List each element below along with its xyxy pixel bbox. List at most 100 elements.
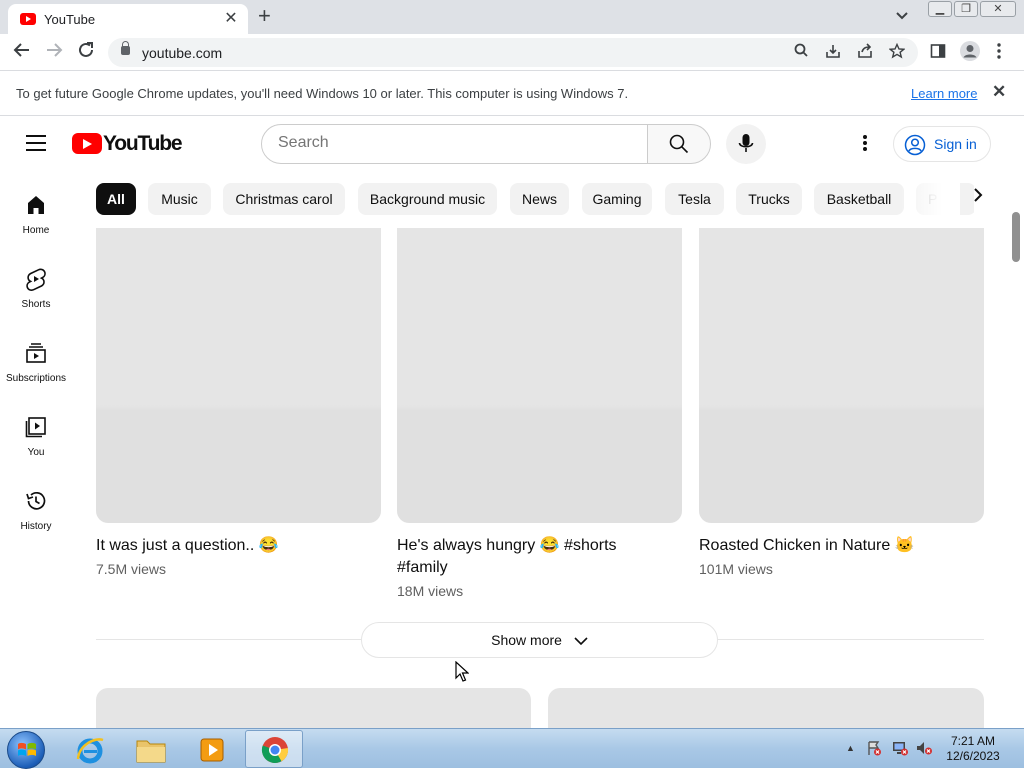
video-thumbnail[interactable] [548,688,984,733]
video-thumbnail[interactable] [397,228,682,523]
browser-tab-strip: YouTube ✕ + ▁ ❐ ✕ [0,0,1024,34]
mouse-cursor-icon [455,661,469,682]
update-infobar: To get future Google Chrome updates, you… [0,71,1024,116]
menu-hamburger-icon[interactable] [26,135,46,151]
taskbar-internet-explorer[interactable] [60,730,118,768]
action-center-flag-icon[interactable] [866,740,882,759]
youtube-play-icon [72,133,102,154]
new-tab-button[interactable]: + [258,3,271,29]
windows-taskbar: ▲ 7:21 AM 12/6/2023 [0,728,1024,769]
you-icon [25,417,46,438]
lock-icon[interactable] [121,41,130,55]
video-title[interactable]: Roasted Chicken in Nature 🐱 [699,535,984,557]
page-scrollbar[interactable] [1012,212,1020,262]
minimize-button[interactable]: ▁ [928,1,952,17]
chip-fade-overlay [900,183,960,217]
sidebar-item-history[interactable]: History [0,489,72,555]
tab-search-chevron-icon[interactable] [896,8,908,23]
tab-close-button[interactable]: ✕ [222,8,240,28]
sidebar-item-home[interactable]: Home [0,193,72,259]
forward-button[interactable] [42,41,66,64]
subscriptions-icon [26,343,46,363]
sidebar-item-subscriptions[interactable]: Subscriptions [0,341,72,407]
youtube-header: YouTube Sign in [0,117,1024,173]
chrome-menu-icon[interactable] [996,42,1002,64]
install-app-icon[interactable] [825,43,841,63]
infobar-message: To get future Google Chrome updates, you… [16,86,629,101]
chip-tesla[interactable]: Tesla [665,183,724,215]
browser-tab[interactable]: YouTube ✕ [8,4,248,34]
history-icon [26,492,46,510]
url-text[interactable]: youtube.com [142,45,222,61]
clock-time: 7:21 AM [950,734,996,748]
youtube-logo-text: YouTube [103,132,183,155]
shorts-icon [26,268,46,291]
bookmark-star-icon[interactable] [888,42,906,63]
share-icon[interactable] [857,43,873,63]
account-circle-icon [904,134,926,156]
chip-trucks[interactable]: Trucks [736,183,802,215]
window-close-button[interactable]: ✕ [980,1,1016,17]
side-panel-icon[interactable] [930,43,946,63]
sidebar-item-shorts[interactable]: Shorts [0,267,72,333]
filter-chip-bar: All Music Christmas carol Background mus… [96,183,974,217]
sign-in-label: Sign in [934,136,977,152]
reload-button[interactable] [74,41,98,64]
back-button[interactable] [10,41,34,64]
video-thumbnail[interactable] [699,228,984,523]
sidebar-label-subscriptions: Subscriptions [5,373,67,384]
learn-more-link[interactable]: Learn more [911,86,977,101]
video-views: 18M views [397,583,464,599]
address-bar[interactable]: youtube.com [108,38,918,67]
restore-button[interactable]: ❐ [954,1,978,17]
chip-music[interactable]: Music [148,183,211,215]
chip-gaming[interactable]: Gaming [582,183,652,215]
chrome-icon [261,737,289,764]
video-thumbnail[interactable] [96,688,531,733]
clock-date: 12/6/2023 [946,749,1000,763]
video-thumbnail[interactable] [96,228,381,523]
show-more-label: Show more [491,632,562,648]
internet-explorer-icon [76,738,104,764]
video-title[interactable]: He's always hungry 😂 #shorts #family [397,535,637,579]
sidebar-item-you[interactable]: You [0,415,72,481]
video-title[interactable]: It was just a question.. 😂 [96,535,381,557]
search-icon [669,134,689,154]
chip-next-chevron-icon[interactable] [966,187,990,208]
taskbar-media-player[interactable] [182,730,240,768]
taskbar-file-explorer[interactable] [121,730,179,768]
youtube-favicon-icon [20,13,36,25]
network-icon[interactable] [891,740,909,759]
tray-expand-icon[interactable]: ▲ [846,743,855,753]
volume-muted-icon[interactable] [915,740,933,759]
taskbar-chrome[interactable] [245,730,303,768]
sign-in-button[interactable]: Sign in [893,126,991,162]
home-icon [28,196,44,214]
sidebar-label-history: History [20,521,52,532]
chip-background-music[interactable]: Background music [358,183,497,215]
media-player-icon [200,738,224,762]
chevron-down-icon [574,637,588,646]
search-zoom-icon[interactable] [794,43,808,61]
search-button[interactable] [647,124,711,164]
taskbar-clock[interactable]: 7:21 AM 12/6/2023 [940,734,1006,764]
windows-start-button[interactable] [7,731,45,769]
search-input[interactable] [278,134,628,152]
chip-news[interactable]: News [510,183,569,215]
search-box[interactable] [261,124,648,164]
profile-avatar-icon[interactable] [959,40,981,66]
windows-logo-icon [18,742,36,756]
voice-search-button[interactable] [726,124,766,164]
folder-icon [136,740,166,763]
chip-christmas-carol[interactable]: Christmas carol [223,183,345,215]
settings-more-icon[interactable] [855,134,875,156]
show-more-button[interactable]: Show more [361,622,718,658]
browser-toolbar: youtube.com [0,34,1024,71]
chip-basketball[interactable]: Basketball [814,183,904,215]
video-views: 101M views [699,561,773,577]
sidebar-label-home: Home [22,225,50,236]
chip-all[interactable]: All [96,183,136,215]
infobar-close-button[interactable]: ✕ [992,82,1006,102]
sidebar-label-you: You [27,447,45,458]
video-views: 7.5M views [96,561,167,577]
